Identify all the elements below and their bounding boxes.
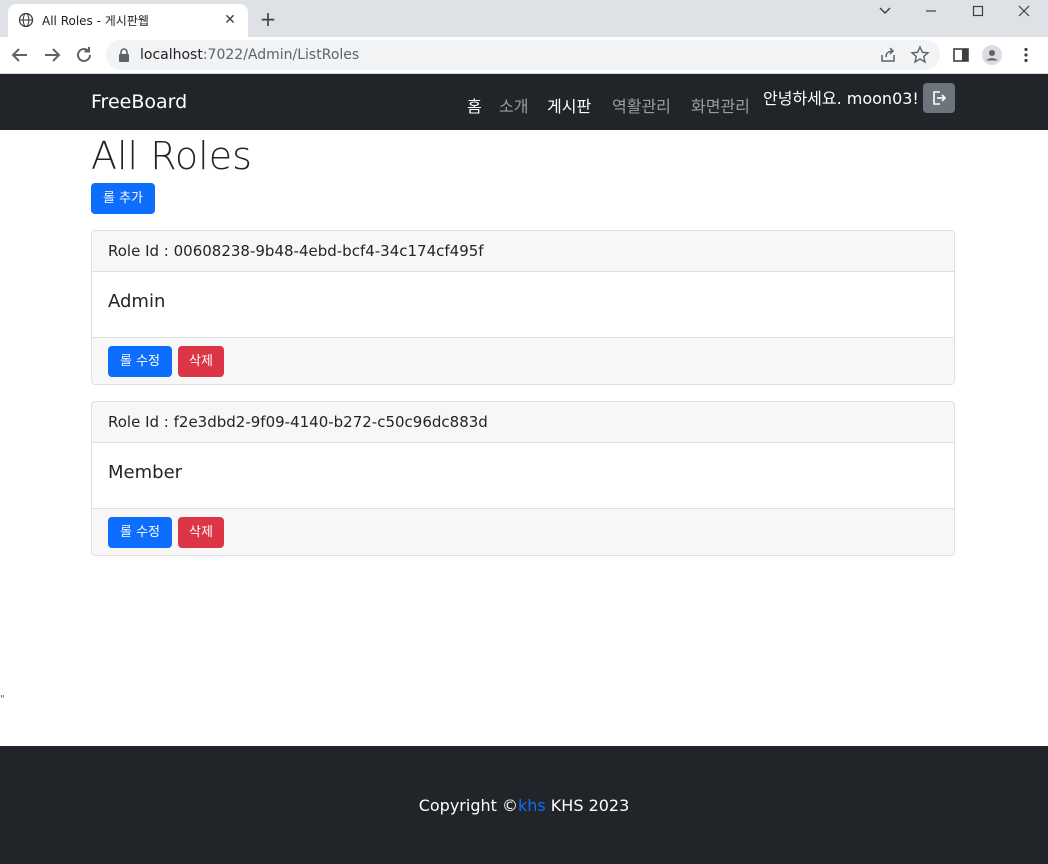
logout-icon [933, 91, 947, 105]
share-icon[interactable] [878, 45, 898, 65]
user-greeting: 안녕하세요. moon03! [763, 89, 919, 108]
role-card-header: Role Id : 00608238-9b48-4ebd-bcf4-34c174… [92, 231, 954, 272]
chevron-down-icon[interactable] [862, 0, 908, 24]
add-role-button[interactable]: 롤 추가 [91, 183, 155, 214]
lock-icon [119, 48, 129, 62]
browser-tab[interactable]: All Roles - 게시판웹 ✕ [8, 4, 248, 37]
nav-link-screens[interactable]: 화면관리 [691, 93, 750, 117]
delete-role-button[interactable]: 삭제 [178, 346, 224, 377]
url-text: localhost:7022/Admin/ListRoles [140, 47, 359, 63]
role-card: Role Id : 00608238-9b48-4ebd-bcf4-34c174… [91, 230, 955, 385]
edit-role-button[interactable]: 롤 수정 [108, 346, 172, 377]
role-id: Role Id : f2e3dbd2-9f09-4140-b272-c50c96… [108, 413, 488, 431]
window-close-icon[interactable] [1001, 0, 1047, 24]
logout-button[interactable] [923, 83, 955, 113]
copyright-prefix: Copyright © [418, 796, 518, 815]
role-card-footer: 롤 수정 삭제 [92, 337, 954, 384]
nav-link-roles[interactable]: 역활관리 [612, 93, 671, 117]
role-card-footer: 롤 수정 삭제 [92, 508, 954, 555]
url-host: localhost [140, 47, 203, 63]
edit-role-button[interactable]: 롤 수정 [108, 517, 172, 548]
minimize-icon[interactable] [908, 0, 954, 24]
role-name: Admin [108, 291, 166, 312]
delete-role-button[interactable]: 삭제 [178, 517, 224, 548]
forward-arrow-icon[interactable] [40, 43, 64, 67]
reload-icon[interactable] [72, 43, 96, 67]
copyright-text: Copyright ©khs KHS 2023 [0, 796, 1048, 815]
nav-link-home[interactable]: 홈 [467, 93, 482, 117]
browser-tab-bar: All Roles - 게시판웹 ✕ + [0, 0, 1048, 37]
nav-link-board[interactable]: 게시판 [547, 93, 591, 117]
copyright-suffix: KHS 2023 [545, 796, 630, 815]
maximize-icon[interactable] [955, 0, 1001, 24]
new-tab-button[interactable]: + [256, 8, 280, 32]
page-title: All Roles [91, 134, 252, 178]
footer-link[interactable]: khs [518, 796, 546, 815]
site-navbar: FreeBoard 홈 소개 게시판 역활관리 화면관리 안녕하세요. moon… [0, 74, 1048, 130]
tab-title: All Roles - 게시판웹 [42, 14, 149, 28]
bookmark-star-icon[interactable] [910, 45, 930, 65]
site-footer: Copyright ©khs KHS 2023 [0, 746, 1048, 864]
nav-link-about[interactable]: 소개 [499, 93, 528, 117]
globe-icon [18, 12, 34, 28]
profile-avatar-icon[interactable] [982, 45, 1002, 65]
more-menu-icon[interactable] [1016, 45, 1036, 65]
role-name: Member [108, 462, 183, 483]
role-card-header: Role Id : f2e3dbd2-9f09-4140-b272-c50c96… [92, 402, 954, 443]
stray-quote-mark: " [0, 694, 5, 705]
role-id: Role Id : 00608238-9b48-4ebd-bcf4-34c174… [108, 242, 484, 260]
browser-toolbar: localhost:7022/Admin/ListRoles [0, 37, 1048, 74]
role-card: Role Id : f2e3dbd2-9f09-4140-b272-c50c96… [91, 401, 955, 556]
side-panel-icon[interactable] [951, 45, 971, 65]
url-path: :7022/Admin/ListRoles [202, 47, 360, 63]
address-bar[interactable]: localhost:7022/Admin/ListRoles [106, 40, 940, 70]
close-tab-icon[interactable]: ✕ [220, 10, 240, 30]
role-card-body: Admin [92, 272, 954, 337]
navbar-brand[interactable]: FreeBoard [91, 91, 187, 113]
back-arrow-icon[interactable] [8, 43, 32, 67]
role-card-body: Member [92, 443, 954, 508]
